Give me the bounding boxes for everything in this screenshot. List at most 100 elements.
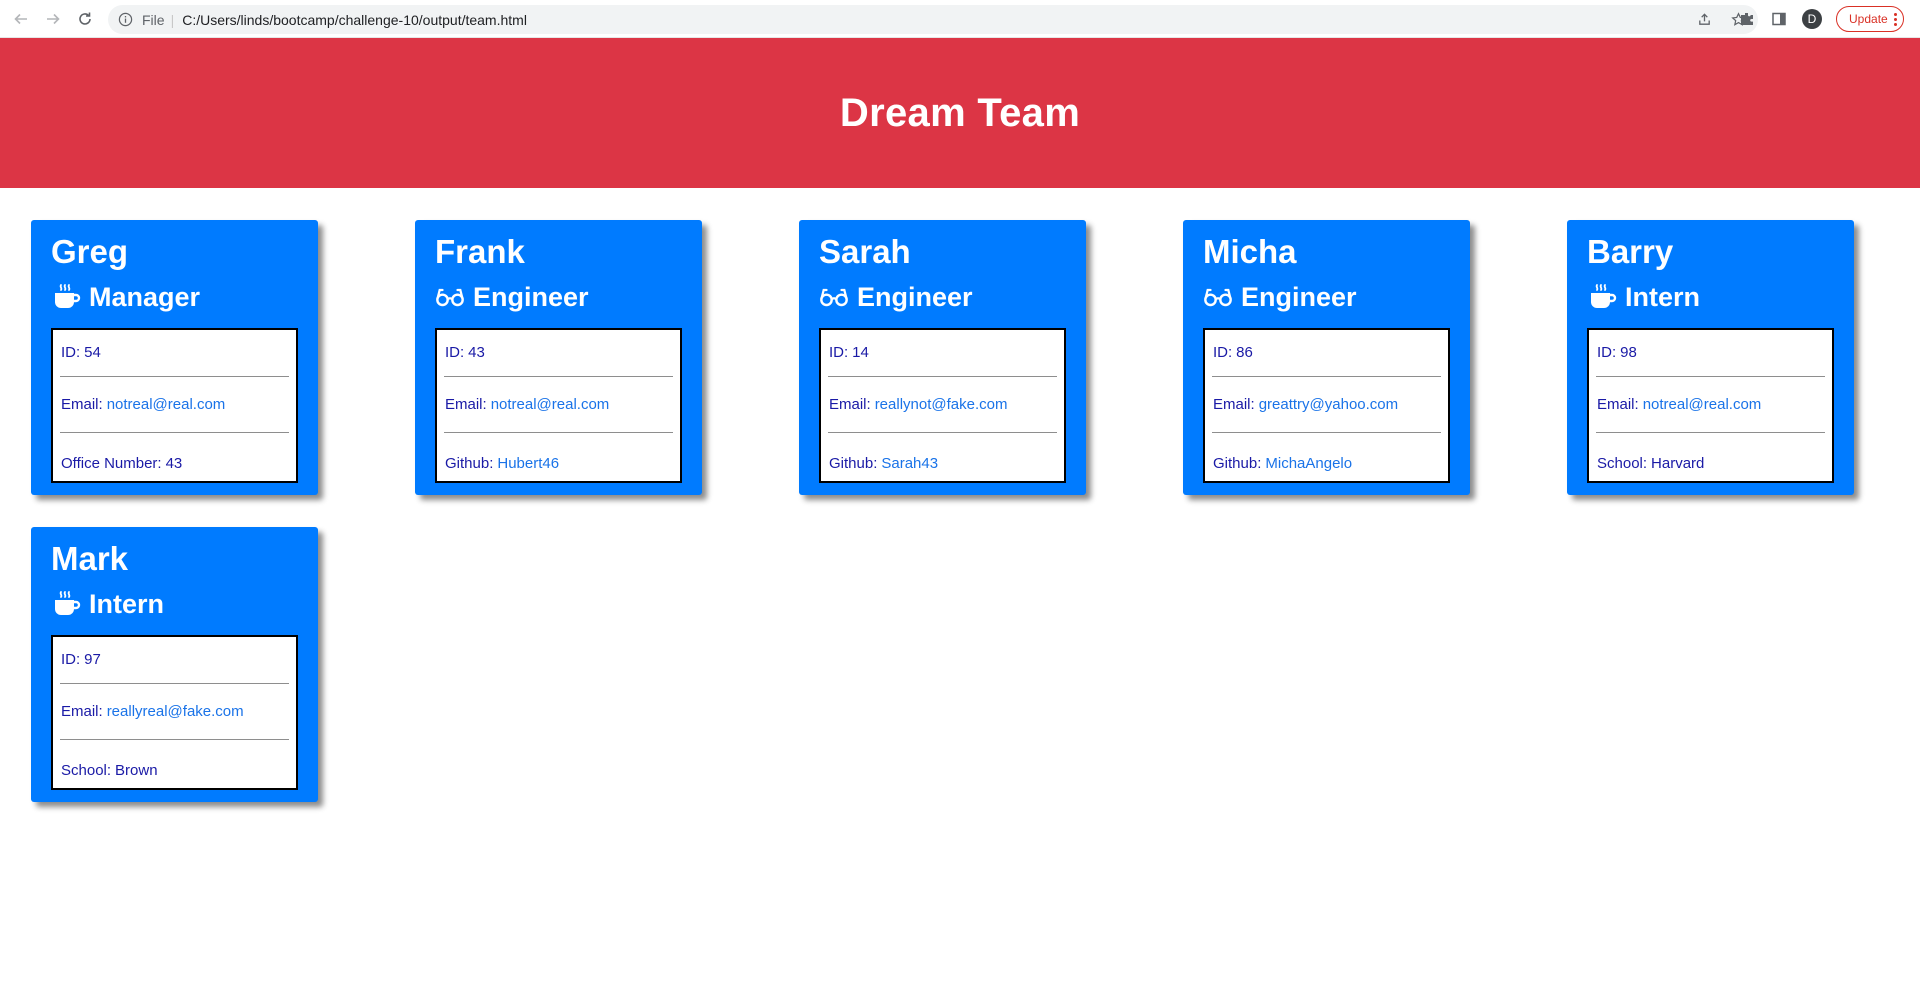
employee-details: ID: 97 Email: reallyreal@fake.com School…	[51, 635, 298, 790]
employee-role: Engineer	[1203, 280, 1357, 314]
employee-extra-label: School:	[61, 762, 112, 779]
employee-id-value: 54	[84, 344, 101, 361]
employee-extra-row: School: Harvard	[1596, 433, 1825, 481]
arrow-right-icon	[47, 13, 60, 25]
employee-id-value: 97	[84, 651, 101, 668]
glasses-icon	[819, 282, 849, 312]
employee-extra-value: Harvard	[1651, 455, 1705, 472]
employee-email-row: Email: notreal@real.com	[1596, 377, 1825, 433]
employee-card: Barry Intern ID: 98 Email: notreal@real.…	[1567, 220, 1854, 495]
employee-role: Engineer	[819, 280, 973, 314]
employee-email-link[interactable]: notreal@real.com	[107, 396, 226, 413]
employee-email-label: Email:	[1213, 396, 1255, 413]
page-header: Dream Team	[0, 38, 1920, 188]
mug-icon	[51, 282, 81, 312]
employee-id-value: 14	[852, 344, 869, 361]
employee-id-row: ID: 54	[60, 330, 289, 377]
update-button[interactable]: Update	[1836, 6, 1904, 32]
team-cards: Greg Manager ID: 54 Email: notreal@real.…	[0, 188, 1920, 1008]
employee-extra-label: School:	[1597, 455, 1648, 472]
employee-role-label: Intern	[1625, 282, 1701, 312]
employee-role-label: Manager	[89, 282, 201, 312]
employee-github-link[interactable]: Sarah43	[881, 455, 938, 472]
employee-extra-row: Github: Sarah43	[828, 433, 1057, 481]
employee-id-label: ID:	[1213, 344, 1233, 361]
glasses-icon	[1203, 282, 1233, 312]
employee-id-value: 98	[1620, 344, 1637, 361]
employee-extra-row: Office Number: 43	[60, 433, 289, 481]
employee-id-row: ID: 43	[444, 330, 673, 377]
employee-card: Greg Manager ID: 54 Email: notreal@real.…	[31, 220, 318, 495]
employee-name: Greg	[51, 233, 129, 270]
url-scheme-label: File	[142, 11, 165, 28]
employee-email-label: Email:	[829, 396, 871, 413]
employee-name: Sarah	[819, 233, 911, 270]
employee-email-link[interactable]: notreal@real.com	[1643, 396, 1762, 413]
employee-email-row: Email: notreal@real.com	[60, 377, 289, 433]
employee-id-label: ID:	[61, 344, 81, 361]
arrow-left-icon	[14, 13, 27, 25]
employee-extra-value: Brown	[115, 762, 158, 779]
employee-card: Mark Intern ID: 97 Email: reallyreal@fak…	[31, 527, 318, 802]
employee-id-row: ID: 14	[828, 330, 1057, 377]
employee-role-label: Engineer	[473, 282, 589, 312]
url-text[interactable]: C:/Users/linds/bootcamp/challenge-10/out…	[182, 12, 527, 28]
employee-github-link[interactable]: MichaAngelo	[1265, 455, 1352, 472]
back-button[interactable]	[8, 6, 34, 32]
employee-github-link[interactable]: Hubert46	[497, 455, 559, 472]
employee-extra-row: School: Brown	[60, 740, 289, 788]
employee-email-label: Email:	[445, 396, 487, 413]
employee-extra-value: 43	[165, 455, 183, 472]
profile-avatar[interactable]: D	[1802, 9, 1822, 29]
employee-email-label: Email:	[1597, 396, 1639, 413]
share-icon[interactable]	[1696, 11, 1712, 27]
employee-role-label: Engineer	[857, 282, 973, 312]
employee-email-link[interactable]: notreal@real.com	[491, 396, 610, 413]
mug-icon	[1587, 282, 1617, 312]
kebab-menu-icon	[1893, 12, 1897, 26]
employee-id-label: ID:	[1597, 344, 1617, 361]
employee-email-link[interactable]: reallyreal@fake.com	[107, 703, 244, 720]
employee-email-label: Email:	[61, 703, 103, 720]
employee-id-row: ID: 98	[1596, 330, 1825, 377]
address-bar[interactable]: File | C:/Users/linds/bootcamp/challenge…	[108, 5, 1758, 34]
employee-role: Engineer	[435, 280, 589, 314]
employee-id-row: ID: 97	[60, 637, 289, 684]
employee-id-value: 43	[468, 344, 485, 361]
employee-details: ID: 14 Email: reallynot@fake.com Github:…	[819, 328, 1066, 483]
employee-details: ID: 86 Email: greattry@yahoo.com Github:…	[1203, 328, 1450, 483]
employee-card: Frank Engineer ID: 43 Email: notreal@rea…	[415, 220, 702, 495]
employee-details: ID: 98 Email: notreal@real.com School: H…	[1587, 328, 1834, 483]
reload-button[interactable]	[72, 6, 98, 32]
employee-email-link[interactable]: reallynot@fake.com	[875, 396, 1008, 413]
extensions-icon[interactable]	[1738, 10, 1756, 28]
employee-extra-row: Github: MichaAngelo	[1212, 433, 1441, 481]
employee-id-row: ID: 86	[1212, 330, 1441, 377]
employee-extra-label: Github:	[1213, 455, 1262, 472]
employee-extra-label: Github:	[445, 455, 494, 472]
employee-email-label: Email:	[61, 396, 103, 413]
employee-role-label: Engineer	[1241, 282, 1357, 312]
page-title: Dream Team	[839, 90, 1081, 135]
employee-name: Mark	[51, 540, 129, 577]
side-panel-icon[interactable]	[1770, 10, 1788, 28]
employee-email-link[interactable]: greattry@yahoo.com	[1259, 396, 1398, 413]
employee-extra-row: Github: Hubert46	[444, 433, 673, 481]
employee-extra-label: Office Number:	[61, 455, 162, 472]
info-icon[interactable]	[118, 12, 134, 28]
employee-role: Manager	[51, 280, 200, 314]
employee-details: ID: 43 Email: notreal@real.com Github: H…	[435, 328, 682, 483]
mug-icon	[51, 589, 81, 619]
forward-button[interactable]	[40, 6, 66, 32]
employee-id-label: ID:	[445, 344, 465, 361]
employee-id-label: ID:	[61, 651, 81, 668]
employee-card: Micha Engineer ID: 86 Email: greattry@ya…	[1183, 220, 1470, 495]
employee-role: Intern	[1587, 280, 1700, 314]
glasses-icon	[435, 282, 465, 312]
employee-email-row: Email: greattry@yahoo.com	[1212, 377, 1441, 433]
employee-email-row: Email: reallynot@fake.com	[828, 377, 1057, 433]
employee-role: Intern	[51, 587, 164, 621]
url-separator: |	[170, 11, 175, 28]
employee-name: Micha	[1203, 233, 1297, 270]
employee-name: Frank	[435, 233, 525, 270]
